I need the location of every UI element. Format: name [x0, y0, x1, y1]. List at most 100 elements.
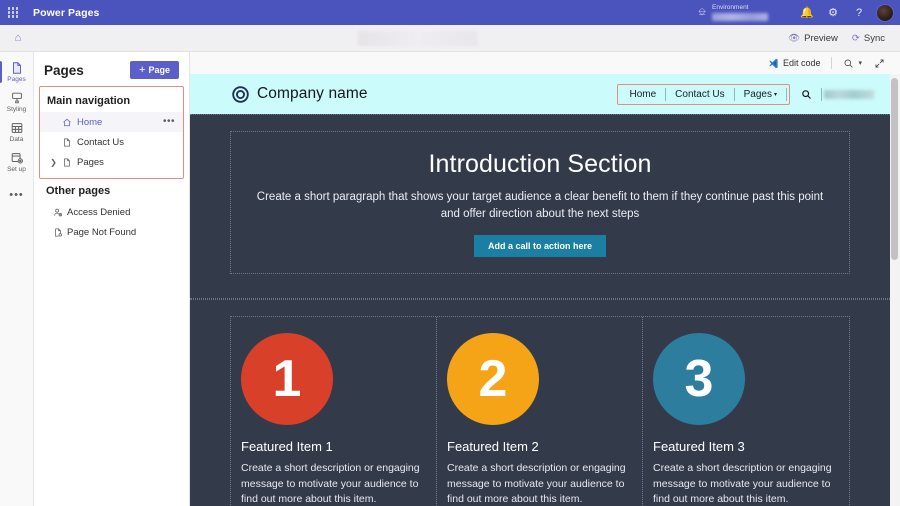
sidebar-item-label: Pages	[77, 156, 104, 168]
app-title: Power Pages	[33, 6, 100, 19]
styling-icon	[10, 91, 24, 105]
sidebar-item-page-not-found[interactable]: Page Not Found	[34, 222, 189, 242]
rail-item-setup[interactable]: Set up	[0, 147, 34, 177]
introduction-section[interactable]: Introduction Section Create a short para…	[190, 114, 890, 299]
introduction-paragraph: Create a short paragraph that shows your…	[256, 191, 824, 220]
document-missing-icon	[50, 227, 65, 238]
featured-number: 2	[478, 350, 508, 408]
suite-header-bar: Power Pages ⎒ Environment 🔔 ⚙ ?	[0, 0, 900, 25]
environment-value-redacted	[712, 13, 768, 21]
magnifier-icon	[843, 58, 854, 69]
featured-item-1[interactable]: 1 Featured Item 1 Create a short descrip…	[231, 317, 437, 506]
sidebar-item-label: Contact Us	[77, 136, 124, 148]
add-page-label: Page	[148, 65, 170, 75]
main-navigation-group[interactable]: Main navigation ▶ Home ••• ▶ Co	[39, 86, 184, 179]
rail-label-setup: Set up	[7, 166, 26, 173]
featured-item-title: Featured Item 2	[447, 439, 539, 454]
site-header[interactable]: Company name Home Contact Us Pages ▾	[190, 74, 890, 114]
site-nav-pages[interactable]: Pages ▾	[735, 89, 786, 100]
command-bar: ⌂ 👁 Preview ⟳ Sync	[0, 25, 900, 52]
featured-item-3[interactable]: 3 Featured Item 3 Create a short descrip…	[643, 317, 849, 506]
rail-item-data[interactable]: Data	[0, 117, 34, 147]
site-nav-contact-us[interactable]: Contact Us	[666, 89, 733, 100]
power-pages-design-studio: Power Pages ⎒ Environment 🔔 ⚙ ? ⌂ 👁 Prev…	[0, 0, 900, 506]
nav-divider	[821, 87, 822, 101]
expand-canvas-button[interactable]	[869, 56, 890, 71]
vscode-icon	[768, 58, 779, 69]
featured-number-circle: 3	[653, 333, 745, 425]
environment-label: Environment	[712, 4, 749, 11]
edit-code-label: Edit code	[782, 58, 821, 68]
zoom-control[interactable]: ▾	[838, 56, 867, 71]
chevron-down-icon: ▾	[858, 60, 862, 67]
featured-number-circle: 1	[241, 333, 333, 425]
site-name-redacted	[358, 30, 478, 46]
command-bar-actions: 👁 Preview ⟳ Sync	[782, 30, 900, 47]
pages-panel-header: Pages + Page	[34, 52, 189, 86]
featured-number: 3	[684, 350, 714, 408]
featured-item-title: Featured Item 3	[653, 439, 745, 454]
toolbar-divider	[831, 57, 833, 69]
introduction-content[interactable]: Introduction Section Create a short para…	[230, 131, 850, 274]
pages-icon	[10, 61, 24, 75]
edit-code-button[interactable]: Edit code	[763, 56, 826, 71]
preview-label: Preview	[804, 32, 838, 44]
scrollbar-thumb[interactable]	[891, 78, 898, 260]
sidebar-item-pages[interactable]: ❯ Pages	[40, 152, 183, 172]
search-icon	[801, 89, 812, 100]
rail-label-data: Data	[9, 136, 24, 143]
user-denied-icon	[50, 207, 65, 218]
add-page-button[interactable]: + Page	[130, 61, 179, 79]
featured-item-description: Create a short description or engaging m…	[241, 462, 420, 505]
environment-selector[interactable]: ⎒ Environment	[698, 4, 768, 21]
left-icon-rail: Pages Styling Data Set up •••	[0, 52, 34, 506]
site-nav-home[interactable]: Home	[620, 89, 665, 100]
environment-icon: ⎒	[698, 6, 706, 18]
chevron-down-icon: ▾	[773, 91, 777, 98]
preview-button[interactable]: 👁 Preview	[782, 30, 844, 47]
chevron-right-icon[interactable]: ❯	[48, 158, 59, 167]
featured-item-title: Featured Item 1	[241, 439, 333, 454]
sidebar-item-label: Home	[77, 116, 103, 128]
sidebar-item-home[interactable]: ▶ Home •••	[40, 112, 183, 132]
avatar[interactable]	[876, 3, 894, 22]
question-icon[interactable]: ?	[846, 0, 872, 25]
site-brand[interactable]: Company name	[232, 85, 368, 103]
main-navigation-label: Main navigation	[47, 95, 131, 107]
sidebar-item-contact-us[interactable]: ▶ Contact Us	[40, 132, 183, 152]
featured-items-section[interactable]: 1 Featured Item 1 Create a short descrip…	[190, 299, 890, 506]
app-launcher-icon[interactable]	[0, 0, 26, 25]
site-search-button[interactable]	[790, 89, 821, 100]
plus-icon: +	[139, 63, 146, 76]
rail-label-styling: Styling	[6, 106, 27, 113]
sidebar-item-access-denied[interactable]: Access Denied	[34, 202, 189, 222]
document-icon	[59, 157, 75, 168]
featured-number-circle: 2	[447, 333, 539, 425]
sync-button[interactable]: ⟳ Sync	[846, 30, 891, 47]
canvas-toolbar: Edit code ▾	[190, 52, 900, 74]
rail-item-pages[interactable]: Pages	[0, 57, 34, 87]
home-icon	[59, 117, 75, 128]
featured-items-grid: 1 Featured Item 1 Create a short descrip…	[230, 316, 850, 506]
home-more-options-icon[interactable]: •••	[163, 117, 175, 127]
canvas-scrollbar[interactable]	[890, 74, 900, 506]
suite-header-right: ⎒ Environment 🔔 ⚙ ?	[698, 0, 900, 25]
site-preview[interactable]: Company name Home Contact Us Pages ▾ Int…	[190, 74, 890, 506]
rail-more-icon[interactable]: •••	[9, 189, 24, 201]
bell-icon[interactable]: 🔔	[794, 0, 820, 25]
expand-diagonal-icon	[874, 58, 885, 69]
home-icon[interactable]: ⌂	[0, 25, 36, 52]
sync-label: Sync	[863, 32, 885, 44]
site-navigation[interactable]: Home Contact Us Pages ▾	[617, 83, 790, 105]
eye-icon: 👁	[788, 32, 801, 44]
gear-icon[interactable]: ⚙	[820, 0, 846, 25]
rail-item-styling[interactable]: Styling	[0, 87, 34, 117]
featured-item-2[interactable]: 2 Featured Item 2 Create a short descrip…	[437, 317, 643, 506]
page-title: Pages	[44, 62, 84, 78]
site-header-right: Home Contact Us Pages ▾	[617, 83, 874, 105]
featured-number: 1	[272, 350, 302, 408]
setup-icon	[10, 151, 24, 165]
call-to-action-button[interactable]: Add a call to action here	[473, 235, 607, 257]
featured-item-description: Create a short description or engaging m…	[653, 462, 832, 505]
company-ring-logo	[232, 85, 249, 103]
